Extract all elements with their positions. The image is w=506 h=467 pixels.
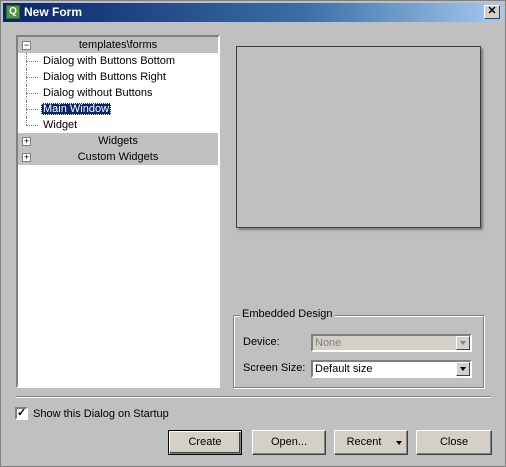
- tree-item-widget[interactable]: Widget: [18, 117, 218, 133]
- close-icon[interactable]: ✕: [484, 5, 500, 19]
- expand-icon[interactable]: +: [22, 153, 31, 162]
- close-button[interactable]: Close: [416, 430, 492, 455]
- device-select-value: None: [315, 337, 342, 349]
- tree-item-dialog-buttons-right[interactable]: Dialog with Buttons Right: [18, 69, 218, 85]
- screen-size-label: Screen Size:: [243, 362, 306, 374]
- show-on-startup-checkbox[interactable]: ✓: [15, 407, 28, 420]
- recent-button[interactable]: Recent: [334, 430, 408, 455]
- qt-designer-icon: Q: [6, 5, 20, 19]
- tree-group-custom-widgets[interactable]: + Custom Widgets: [18, 149, 218, 165]
- embedded-design-legend: Embedded Design: [240, 308, 335, 320]
- device-label: Device:: [243, 336, 280, 348]
- template-tree[interactable]: − templates\forms Dialog with Buttons Bo…: [16, 35, 220, 388]
- embedded-design-group: Embedded Design Device: None Screen Size…: [233, 308, 484, 388]
- dropdown-arrow-icon: [456, 336, 470, 350]
- tree-group-templates-forms[interactable]: − templates\forms: [18, 37, 218, 53]
- tree-branch-line: [26, 101, 38, 117]
- open-button[interactable]: Open...: [252, 430, 326, 455]
- separator: [16, 396, 490, 398]
- tree-branch-line: [26, 85, 38, 101]
- tree-group-widgets[interactable]: + Widgets: [18, 133, 218, 149]
- form-preview: [236, 46, 481, 228]
- expand-icon[interactable]: +: [22, 137, 31, 146]
- tree-item-label: Dialog with Buttons Bottom: [43, 55, 176, 67]
- tree-item-label: Dialog with Buttons Right: [43, 71, 166, 83]
- screen-size-select-value: Default size: [315, 363, 373, 375]
- create-button[interactable]: Create: [168, 430, 242, 455]
- tree-item-label: Main Window: [41, 103, 112, 115]
- dropdown-arrow-icon[interactable]: [456, 362, 470, 376]
- tree-branch-line: [26, 53, 38, 69]
- screen-size-select[interactable]: Default size: [311, 360, 472, 378]
- new-form-dialog: Q New Form ✕ − templates\forms Dialog wi…: [0, 0, 506, 467]
- window-title: New Form: [24, 5, 83, 19]
- tree-item-label: Dialog without Buttons: [43, 87, 153, 99]
- tree-group-label: Custom Widgets: [77, 151, 159, 163]
- tree-item-dialog-without-buttons[interactable]: Dialog without Buttons: [18, 85, 218, 101]
- show-on-startup-label[interactable]: Show this Dialog on Startup: [33, 407, 169, 421]
- tree-branch-line: [26, 117, 38, 133]
- tree-item-dialog-buttons-bottom[interactable]: Dialog with Buttons Bottom: [18, 53, 218, 69]
- collapse-icon[interactable]: −: [22, 41, 31, 50]
- tree-group-label: Widgets: [98, 135, 138, 147]
- recent-button-label: Recent: [346, 436, 382, 448]
- tree-group-label: templates\forms: [78, 39, 158, 51]
- tree-item-main-window[interactable]: Main Window: [18, 101, 218, 117]
- device-select: None: [311, 334, 472, 352]
- tree-branch-line: [26, 69, 38, 85]
- dropdown-arrow-icon[interactable]: [396, 441, 402, 445]
- title-bar[interactable]: Q New Form ✕: [3, 3, 503, 22]
- tree-item-label: Widget: [43, 119, 78, 131]
